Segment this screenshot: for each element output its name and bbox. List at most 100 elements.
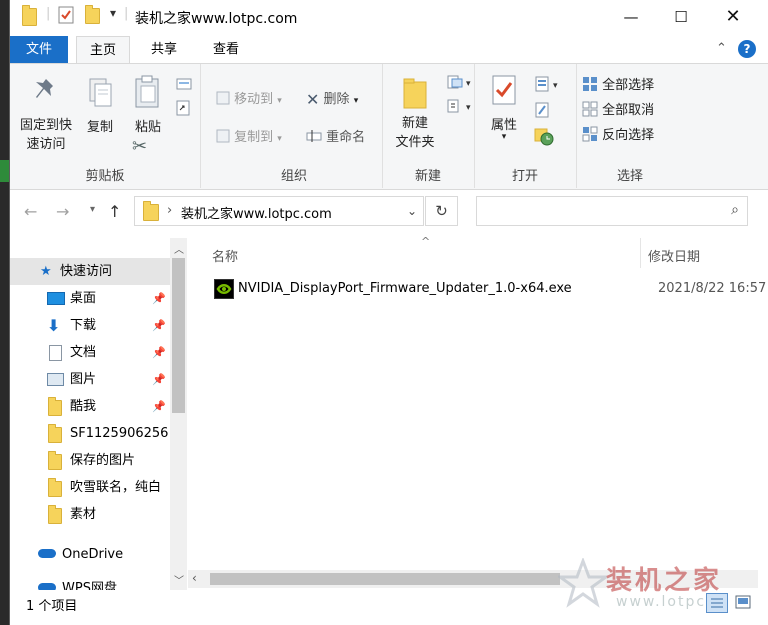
pin-icon[interactable]: 📌 [152,285,166,312]
tab-share[interactable]: 共享 [136,36,192,63]
select-none-button[interactable]: 全部取消 [582,99,654,121]
pin-icon[interactable]: 📌 [152,339,166,366]
nav-item-documents[interactable]: 文档 📌 [10,339,170,366]
nav-item-label: 桌面 [70,291,97,306]
select-none-label: 全部取消 [602,103,655,118]
nav-item-folder[interactable]: 素材 [10,501,170,528]
address-bar[interactable]: › 装机之家www.lotpc.com ⌄ [134,196,424,226]
column-header-name[interactable]: 名称 [212,246,238,265]
rename-button[interactable]: 重命名 [306,126,365,147]
scroll-down-icon[interactable]: ﹀ [174,572,184,587]
file-name: NVIDIA_DisplayPort_Firmware_Updater_1.0-… [238,281,572,296]
invert-selection-button[interactable]: 反向选择 [582,124,654,146]
copy-button[interactable]: 复制 [80,76,120,135]
easy-access-icon[interactable]: ▾ [446,98,474,118]
scroll-up-icon[interactable]: ︿ [174,241,184,256]
cloud-icon [38,583,56,590]
column-divider[interactable] [640,238,641,268]
organize-group: 移动到 ▾ 复制到 ▾ ✕ 删除 ▾ 重命名 组织 [206,64,383,188]
delete-label: 删除 [323,92,350,107]
move-to-button[interactable]: 移动到 ▾ [216,88,282,109]
open-icon[interactable]: ▾ [534,76,562,96]
new-folder-button[interactable]: 新建 文件夹 [390,76,440,152]
edit-icon[interactable] [534,102,550,122]
tab-view[interactable]: 查看 [198,36,254,63]
nav-pane-scrollbar[interactable]: ︿ ﹀ [170,238,187,590]
help-icon[interactable]: ? [738,40,756,58]
quick-access-dropdown-icon[interactable]: ▾ [110,6,116,20]
recent-locations-icon[interactable]: ▾ [90,204,95,215]
nav-item-folder[interactable]: SF1125906256 [10,420,170,447]
address-dropdown-icon[interactable]: ⌄ [407,204,417,218]
watermark-url: www.lotpc [616,594,707,610]
scroll-left-icon[interactable]: ‹ [192,571,197,585]
nav-item-folder[interactable]: 吹雪联名，纯白 [10,474,170,501]
refresh-button[interactable]: ↻ [425,196,458,226]
new-item-icon[interactable]: ▾ [446,74,474,94]
move-to-icon [216,91,230,109]
pin-quick-access-label: 固定到快 速访问 [19,118,72,152]
navigation-pane: ★ 快速访问 桌面 📌 ⬇ 下载 📌 文档 📌 图片 📌 酷我 📌 SF1125… [10,238,188,590]
copy-label: 复制 [86,120,113,135]
watermark-logo: 装机之家 www.lotpc [558,556,758,616]
nav-item-label: 图片 [70,372,97,387]
history-icon[interactable] [534,126,554,150]
scrollbar-thumb[interactable] [210,573,560,585]
file-explorer-window: | ▾ | 装机之家www.lotpc.com — ☐ ✕ 文件 主页 共享 查… [9,0,768,625]
collapse-ribbon-icon[interactable]: ⌃ [716,41,727,56]
select-all-icon [582,76,598,96]
pin-icon[interactable]: 📌 [152,312,166,339]
title-bar: | ▾ | 装机之家www.lotpc.com — ☐ ✕ [10,0,768,36]
svg-text:▾: ▾ [466,79,471,89]
separator: | [46,6,51,21]
nav-item-downloads[interactable]: ⬇ 下载 📌 [10,312,170,339]
back-arrow-icon[interactable]: ← [24,202,37,221]
properties-check-icon[interactable] [58,6,74,28]
copy-path-icon[interactable] [176,78,192,94]
close-button[interactable]: ✕ [710,0,756,34]
pin-icon[interactable]: 📌 [152,366,166,393]
forward-arrow-icon[interactable]: → [56,202,69,221]
copy-to-button[interactable]: 复制到 ▾ [216,126,282,147]
pin-icon[interactable]: 📌 [152,393,166,420]
new-folder-label: 新建 文件夹 [395,116,435,150]
tab-home[interactable]: 主页 [76,36,130,64]
navigation-row: ← → ▾ ↑ › 装机之家www.lotpc.com ⌄ ↻ ⌕ [10,194,768,232]
nav-item-label: OneDrive [62,547,124,562]
delete-button[interactable]: ✕ 删除 ▾ [306,88,358,109]
background-app-green [0,160,9,182]
clipboard-group-label: 剪贴板 [85,169,125,184]
nav-item-quick-access[interactable]: ★ 快速访问 [10,258,170,285]
table-row[interactable]: NVIDIA_DisplayPort_Firmware_Updater_1.0-… [208,276,768,302]
sort-indicator-icon: ^ [421,235,431,248]
select-none-icon [582,101,598,121]
cut-icon[interactable]: ✂ [132,136,147,157]
new-group: 新建 文件夹 ▾ ▾ 新建 [382,64,475,188]
select-group-label: 选择 [616,169,643,184]
select-all-button[interactable]: 全部选择 [582,74,654,96]
nav-item-wps-cloud[interactable]: WPS网盘 [10,575,170,590]
paste-shortcut-icon[interactable] [176,100,190,120]
tab-file[interactable]: 文件 [10,36,68,63]
scrollbar-thumb[interactable] [172,258,185,413]
new-folder-quick-icon[interactable] [85,5,100,28]
nav-item-desktop[interactable]: 桌面 📌 [10,285,170,312]
column-header-modified[interactable]: 修改日期 [648,246,700,265]
properties-button[interactable]: 属性 ▾ [484,74,524,142]
nvidia-app-icon [214,279,234,299]
maximize-button[interactable]: ☐ [658,0,704,34]
pin-quick-access-button[interactable]: 固定到快 速访问 [16,76,76,154]
address-path[interactable]: 装机之家www.lotpc.com [181,203,332,222]
nav-item-onedrive[interactable]: OneDrive [10,541,170,568]
nav-item-folder[interactable]: 保存的图片 [10,447,170,474]
search-input[interactable]: ⌕ [476,196,748,226]
nav-item-folder[interactable]: 酷我 📌 [10,393,170,420]
background-app [0,0,9,625]
paste-button[interactable]: 粘贴 [128,74,168,135]
nav-item-pictures[interactable]: 图片 📌 [10,366,170,393]
up-arrow-icon[interactable]: ↑ [108,202,121,221]
folder-icon [22,5,37,30]
desktop-icon [47,292,65,305]
minimize-button[interactable]: — [608,0,654,34]
window-title: 装机之家www.lotpc.com [135,11,298,27]
